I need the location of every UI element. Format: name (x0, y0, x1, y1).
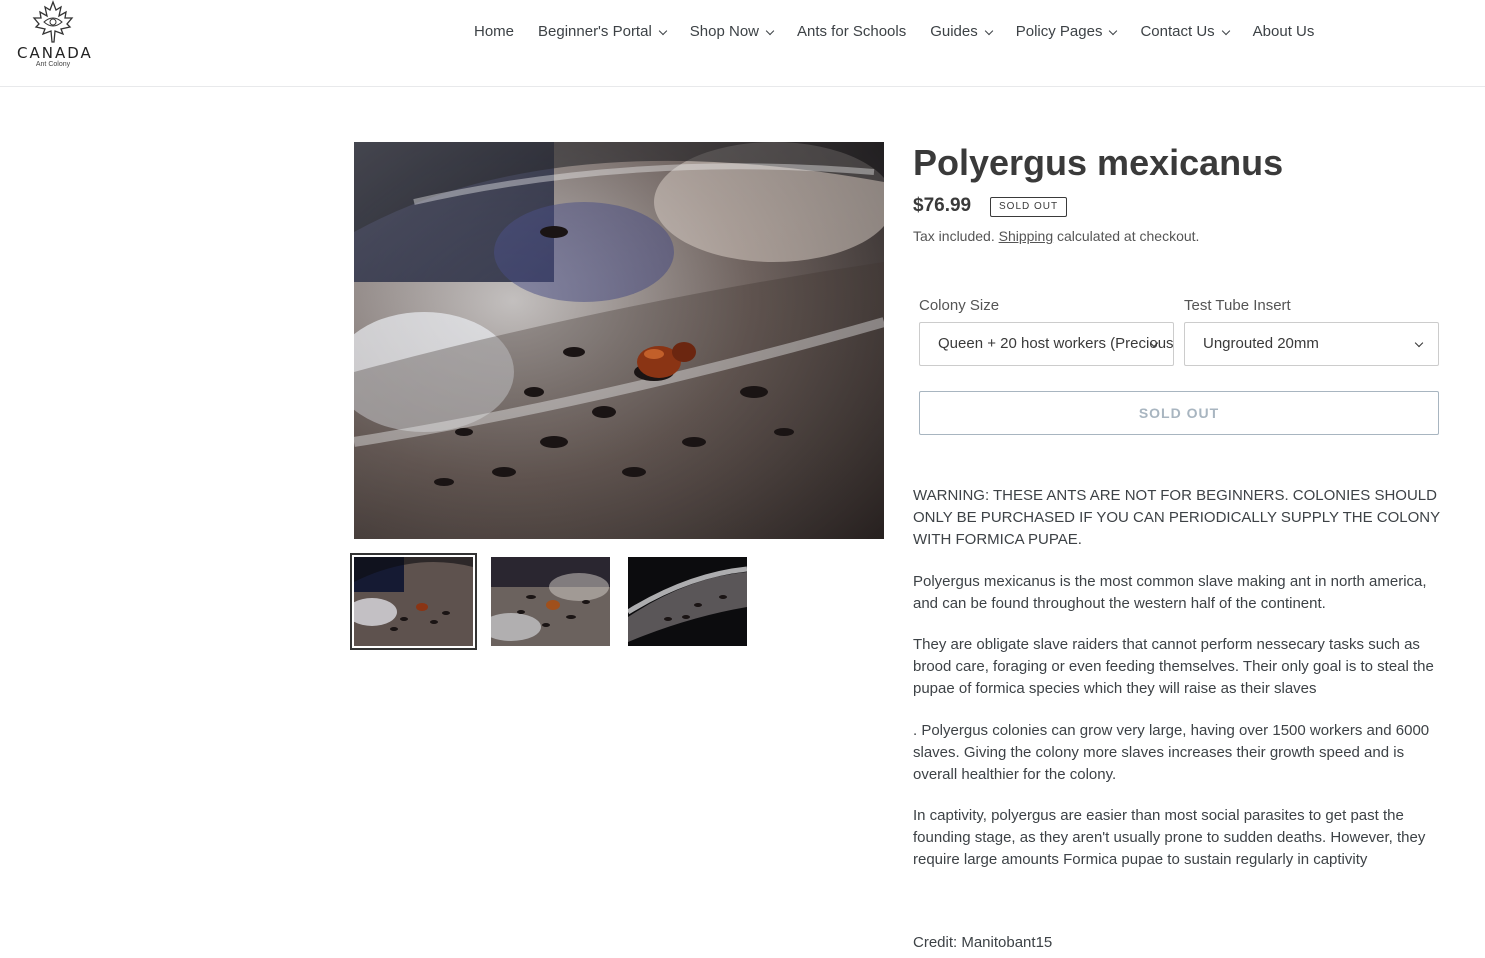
description-paragraph: Polyergus mexicanus is the most common s… (913, 573, 1427, 612)
nav-policy-pages[interactable]: Policy Pages (1004, 22, 1129, 42)
thumbnail-1[interactable] (354, 557, 473, 646)
description-paragraph: . Polyergus colonies can grow very large… (913, 722, 1430, 783)
nav-shop-now[interactable]: Shop Now (678, 22, 785, 42)
test-tube-insert-label: Test Tube Insert (1184, 297, 1291, 314)
description-credit: Credit: Manitobant15 (913, 934, 1053, 951)
chevron-down-icon (658, 26, 668, 35)
nav-beginners-portal[interactable]: Beginner's Portal (526, 22, 678, 42)
nav-contact-us[interactable]: Contact Us (1128, 22, 1240, 42)
nav-about-us[interactable]: About Us (1241, 22, 1327, 42)
logo-subtitle: Ant Colony (35, 61, 71, 68)
chevron-down-icon (1414, 338, 1424, 348)
tax-suffix: calculated at checkout. (1057, 228, 1200, 244)
nav-label: Policy Pages (1015, 23, 1103, 40)
nav-home[interactable]: Home (462, 22, 526, 42)
product-price: $76.99 (913, 195, 972, 216)
nav-label: Ants for Schools (797, 23, 907, 40)
thumbnail-2[interactable] (491, 557, 610, 646)
description-warning: WARNING: THESE ANTS ARE NOT FOR BEGINNER… (913, 487, 1440, 548)
test-tube-insert-value: Ungrouted 20mm (1203, 335, 1319, 352)
shipping-link[interactable]: Shipping (999, 228, 1054, 244)
nav-label: Contact Us (1140, 23, 1215, 40)
tax-prefix: Tax included. (913, 228, 995, 244)
chevron-down-icon (984, 26, 993, 35)
chevron-down-icon (765, 26, 775, 35)
chevron-down-icon (1109, 26, 1118, 35)
description-paragraph: They are obligate slave raiders that can… (913, 636, 1434, 697)
site-header: CANADA Ant Colony Home Beginner's Portal… (0, 0, 1485, 87)
nav-label: About Us (1252, 23, 1315, 40)
product-title: Polyergus mexicanus (913, 142, 1284, 183)
colony-size-label: Colony Size (919, 297, 1000, 314)
nav-label: Home (474, 23, 515, 40)
chevron-down-icon (1221, 26, 1230, 35)
nav-ants-for-schools[interactable]: Ants for Schools (785, 22, 918, 42)
colony-size-value: Queen + 20 host workers (Precious cargo) (938, 335, 1174, 352)
nav-label: Guides (930, 23, 978, 40)
maple-leaf-icon (32, 0, 74, 43)
product-main-image[interactable] (354, 142, 884, 539)
logo-text: CANADA (17, 44, 93, 62)
colony-size-select[interactable]: Queen + 20 host workers (Precious cargo) (919, 322, 1174, 366)
nav-label: Shop Now (689, 23, 759, 40)
tax-note: Tax included. Shipping calculated at che… (913, 228, 1199, 244)
logo[interactable]: CANADA Ant Colony (17, 0, 93, 70)
nav-label: Beginner's Portal (538, 23, 652, 40)
nav-guides[interactable]: Guides (918, 22, 1004, 42)
thumbnail-3[interactable] (628, 557, 747, 646)
test-tube-insert-select[interactable]: Ungrouted 20mm (1184, 322, 1439, 366)
sold-out-button[interactable]: SOLD OUT (919, 391, 1439, 435)
main-nav: Home Beginner's Portal Shop Now Ants for… (462, 22, 1326, 42)
sold-out-badge: SOLD OUT (990, 197, 1068, 217)
description-paragraph: In captivity, polyergus are easier than … (913, 807, 1426, 868)
